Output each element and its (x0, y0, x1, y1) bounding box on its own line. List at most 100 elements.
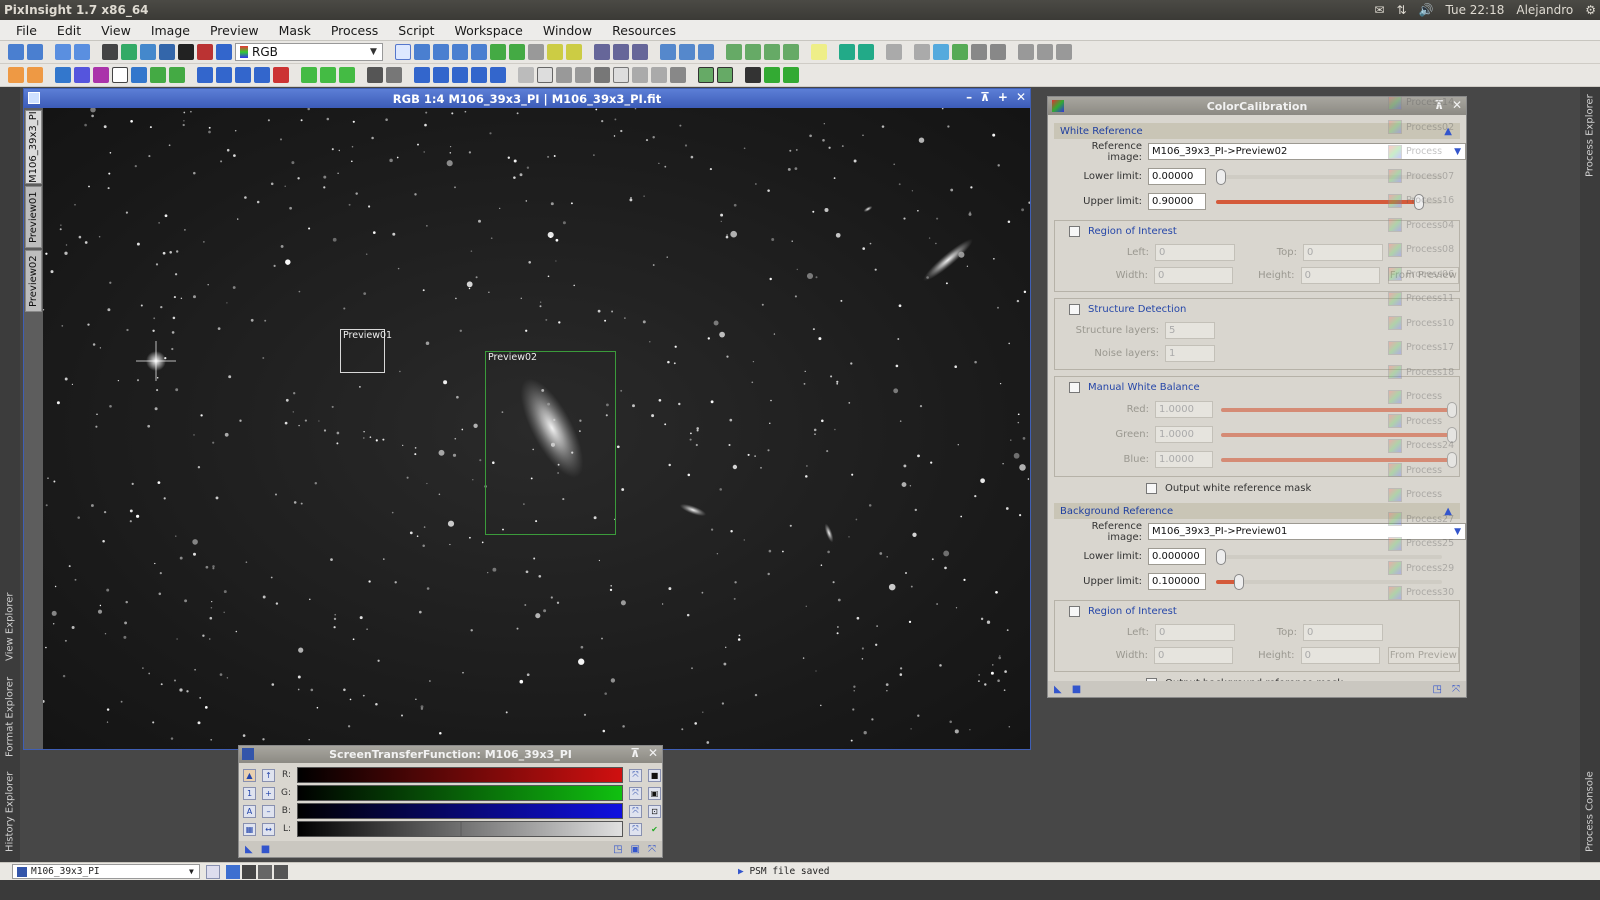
output-white-mask-checkbox[interactable] (1146, 482, 1157, 494)
shade-icon[interactable]: ⊼ (980, 90, 990, 104)
apply-global-icon[interactable]: ■ (1072, 684, 1081, 695)
process-f-icon[interactable] (112, 67, 128, 83)
minimize-icon[interactable]: – (966, 90, 972, 104)
window-icon[interactable] (660, 44, 676, 60)
process-n-icon[interactable] (273, 67, 289, 83)
roi-checkbox-2[interactable] (1069, 605, 1080, 617)
bg-upper-field[interactable]: 0.100000 (1148, 573, 1206, 590)
output-white-mask-label[interactable]: Output white reference mask (1165, 483, 1311, 494)
new-image-icon[interactable] (55, 44, 71, 60)
process-s-icon[interactable] (386, 67, 402, 83)
process-explorer-tab[interactable]: Process Explorer (1582, 91, 1598, 181)
mask-b-icon[interactable] (745, 44, 761, 60)
menu-script[interactable]: Script (388, 23, 444, 38)
mirror-icon[interactable] (471, 67, 487, 83)
stf-plus-icon[interactable]: + (262, 786, 275, 800)
network-icon[interactable]: ⇅ (1396, 3, 1406, 17)
auto-stretch-icon[interactable]: ⤧ (629, 804, 642, 818)
bg-lower-field[interactable]: 0.000000 (1148, 548, 1206, 565)
mode-b-icon[interactable] (242, 864, 256, 879)
stf-r-bar[interactable] (297, 767, 623, 783)
channel-b-icon[interactable] (140, 44, 156, 60)
stf-a-icon[interactable]: A (243, 804, 256, 818)
roi2-left-field[interactable]: 0 (1155, 624, 1235, 641)
layer-e-icon[interactable] (783, 67, 799, 83)
mode-d-icon[interactable] (274, 864, 288, 879)
menu-file[interactable]: File (6, 23, 47, 38)
tab-preview02[interactable]: Preview02 (25, 250, 42, 312)
structure-checkbox[interactable] (1069, 303, 1080, 315)
new-instance-icon[interactable]: ◣ (245, 844, 253, 855)
process-m-icon[interactable] (254, 67, 270, 83)
process-j-icon[interactable] (197, 67, 213, 83)
slider-handle[interactable] (1216, 548, 1226, 565)
process-icon[interactable]: Process30 (1388, 582, 1460, 603)
process-icon[interactable]: Process27 (1388, 509, 1460, 530)
apply-global-icon[interactable]: ■ (261, 844, 270, 855)
history-explorer-tab[interactable]: History Explorer (2, 767, 18, 857)
noise-layers-field[interactable]: 1 (1165, 345, 1215, 362)
process-o-icon[interactable] (301, 67, 317, 83)
channel-f-icon[interactable] (216, 44, 232, 60)
menu-mask[interactable]: Mask (269, 23, 321, 38)
export-icon[interactable] (839, 44, 855, 60)
link-channels-icon[interactable]: ▲ (243, 768, 256, 782)
image-window-titlebar[interactable]: RGB 1:4 M106_39x3_PI | M106_39x3_PI.fit … (24, 89, 1030, 108)
menu-edit[interactable]: Edit (47, 23, 91, 38)
browse-doc-icon[interactable]: ◳ (1433, 684, 1442, 695)
auto-stretch-icon[interactable]: ⤧ (629, 786, 642, 800)
process-icon[interactable]: Process14 (1388, 92, 1460, 113)
roi2-width-field[interactable]: 0 (1154, 647, 1234, 664)
process-i-icon[interactable] (169, 67, 185, 83)
mask-c-icon[interactable] (764, 44, 780, 60)
roi-title-2[interactable]: Region of Interest (1088, 606, 1177, 617)
stf-g-bar[interactable] (297, 785, 623, 801)
process-icon[interactable]: Process29 (1388, 558, 1460, 579)
process-q-icon[interactable] (339, 67, 355, 83)
readout-icon[interactable] (471, 44, 487, 60)
zoom-fit-icon[interactable] (433, 44, 449, 60)
channel-d-icon[interactable] (178, 44, 194, 60)
process-h-icon[interactable] (150, 67, 166, 83)
tab-main-view[interactable]: M106_39x3_PI (25, 110, 42, 184)
auto-stretch-icon[interactable]: ⤧ (629, 822, 642, 836)
maximize-icon[interactable]: + (998, 90, 1008, 104)
track-view-icon[interactable]: ↑ (262, 768, 275, 782)
zoom-1-icon[interactable] (594, 44, 610, 60)
process-g-icon[interactable] (131, 67, 147, 83)
roi-checkbox-1[interactable] (1069, 225, 1080, 237)
mode-c-icon[interactable] (258, 864, 272, 879)
stf-minus-icon[interactable]: – (262, 804, 275, 818)
process-k-icon[interactable] (216, 67, 232, 83)
fit-view-icon[interactable] (414, 44, 430, 60)
roi-width-field[interactable]: 0 (1154, 267, 1234, 284)
process-b-icon[interactable] (27, 67, 43, 83)
process-d-icon[interactable] (74, 67, 90, 83)
process-console-tab[interactable]: Process Console (1582, 767, 1598, 857)
menu-preview[interactable]: Preview (200, 23, 269, 38)
pointer-icon[interactable] (528, 44, 544, 60)
browse-doc-icon[interactable]: ◳ (613, 844, 622, 855)
stf-panel[interactable]: ScreenTransferFunction: M106_39x3_PI ⊼ ✕… (238, 745, 663, 858)
format-explorer-tab[interactable]: Format Explorer (2, 672, 18, 762)
gray-e-icon[interactable] (632, 67, 648, 83)
layer-b-icon[interactable] (717, 67, 733, 83)
tool-h-icon[interactable] (1056, 44, 1072, 60)
structure-title[interactable]: Structure Detection (1088, 304, 1186, 315)
rgb-channel-icon[interactable] (102, 44, 118, 60)
gray-a-icon[interactable] (556, 67, 572, 83)
rotate-icon[interactable] (414, 67, 430, 83)
stf-b-bar[interactable] (297, 803, 623, 819)
menu-window[interactable]: Window (533, 23, 602, 38)
process-icon[interactable]: Process11 (1388, 288, 1460, 309)
close-icon[interactable]: ✕ (1016, 90, 1026, 104)
process-icon[interactable]: Process04 (1388, 215, 1460, 236)
stf-l-bar[interactable] (297, 821, 623, 837)
process-icon[interactable]: Process17 (1388, 337, 1460, 358)
process-icon[interactable]: Process08 (1388, 239, 1460, 260)
manual-wb-title[interactable]: Manual White Balance (1088, 382, 1200, 393)
pan-icon[interactable] (395, 44, 411, 60)
tool-g-icon[interactable] (1037, 44, 1053, 60)
view-explorer-tab[interactable]: View Explorer (2, 587, 18, 667)
from-preview-button-2[interactable]: From Preview (1387, 647, 1459, 664)
